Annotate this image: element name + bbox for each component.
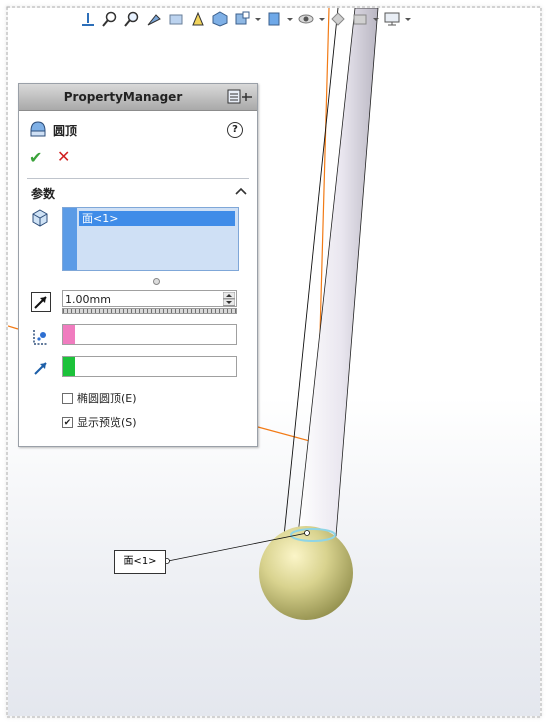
- chevron-down-icon[interactable]: [254, 9, 262, 29]
- graphics-area[interactable]: PropertyManager 圆顶 ? ✔ ✕ 参数 面<1> 1.00mm …: [8, 8, 540, 716]
- cancel-button[interactable]: ✕: [57, 147, 70, 166]
- face-selection-icon: [31, 209, 49, 230]
- ok-button[interactable]: ✔: [29, 148, 42, 167]
- previous-view-icon[interactable]: [144, 9, 164, 29]
- property-manager-title: PropertyManager: [63, 90, 183, 104]
- dynamic-annotation-icon[interactable]: [188, 9, 208, 29]
- checkbox-box[interactable]: [62, 392, 73, 404]
- chevron-down-icon[interactable]: [286, 9, 294, 29]
- pink-swatch: [63, 325, 75, 344]
- feature-name: 圆顶: [53, 124, 78, 138]
- checkbox-label: 显示预览(S): [77, 416, 137, 429]
- direction-arrow-icon: [33, 360, 49, 379]
- view-settings-icon[interactable]: [328, 9, 348, 29]
- distance-icon: [31, 292, 51, 312]
- distance-input[interactable]: 1.00mm: [62, 290, 237, 307]
- help-icon[interactable]: ?: [227, 122, 243, 138]
- edit-appearance-icon[interactable]: [264, 9, 284, 29]
- dome-icon: [29, 120, 47, 141]
- thumbwheel[interactable]: [62, 308, 237, 314]
- section-view-icon[interactable]: [166, 9, 186, 29]
- face-callout[interactable]: 面<1>: [114, 550, 166, 574]
- faces-selection-list[interactable]: 面<1>: [62, 207, 239, 271]
- property-manager-panel: PropertyManager 圆顶 ? ✔ ✕ 参数 面<1> 1.00mm …: [18, 83, 258, 447]
- checkbox-box-checked[interactable]: ✔: [62, 416, 73, 428]
- checkbox-label: 椭圆圆顶(E): [77, 392, 137, 405]
- monitor-icon[interactable]: [382, 9, 402, 29]
- elliptical-dome-checkbox[interactable]: 椭圆圆顶(E): [62, 390, 137, 406]
- heads-up-toolbar: [78, 8, 412, 30]
- constraint-point-field[interactable]: [62, 324, 237, 345]
- display-style-icon[interactable]: [210, 9, 230, 29]
- green-swatch: [63, 357, 75, 376]
- divider: [27, 178, 249, 179]
- render-tools-icon[interactable]: [350, 9, 370, 29]
- zoom-to-fit-icon[interactable]: [100, 9, 120, 29]
- constraint-point-icon: [31, 327, 51, 350]
- show-preview-checkbox[interactable]: ✔ 显示预览(S): [62, 414, 137, 430]
- pin-icon[interactable]: [227, 89, 253, 105]
- apply-scene-icon[interactable]: [296, 9, 316, 29]
- hide-show-items-icon[interactable]: [232, 9, 252, 29]
- chevron-up-icon[interactable]: [235, 185, 247, 199]
- chevron-down-icon[interactable]: [404, 9, 412, 29]
- spin-arrows[interactable]: [222, 291, 236, 306]
- feature-header: 圆顶: [29, 120, 77, 141]
- distance-value: 1.00mm: [65, 293, 111, 306]
- direction-field[interactable]: [62, 356, 237, 377]
- chevron-down-icon[interactable]: [372, 9, 380, 29]
- chevron-down-icon[interactable]: [318, 9, 326, 29]
- list-item[interactable]: 面<1>: [79, 211, 235, 226]
- resize-handle[interactable]: [153, 278, 160, 285]
- zoom-to-area-icon[interactable]: [122, 9, 142, 29]
- view-orientation-icon[interactable]: [78, 9, 98, 29]
- property-manager-header: PropertyManager: [19, 84, 257, 111]
- selection-focus-bar: [63, 208, 77, 270]
- parameters-group-title: 参数: [31, 187, 56, 201]
